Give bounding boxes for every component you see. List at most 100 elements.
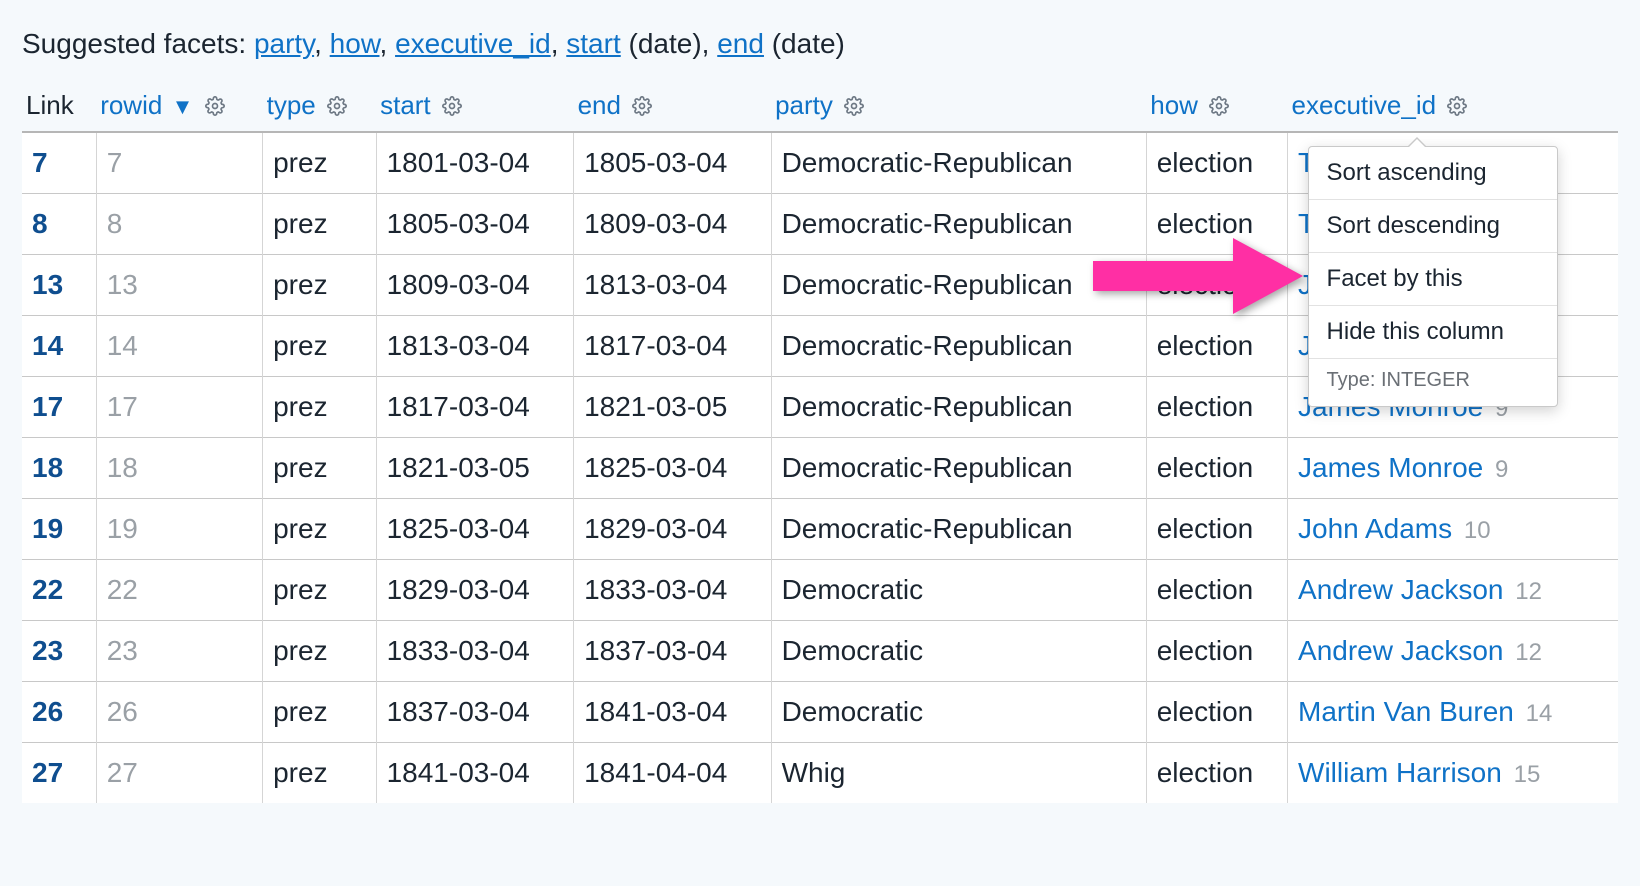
col-header-party[interactable]: party <box>771 84 1146 132</box>
party-cell: Democratic-Republican <box>771 499 1146 560</box>
gear-icon[interactable] <box>1447 96 1467 116</box>
rowid-cell: 8 <box>96 194 262 255</box>
end-cell: 1813-03-04 <box>574 255 771 316</box>
executive-cell[interactable]: Andrew Jackson 12 <box>1288 621 1618 682</box>
end-cell: 1829-03-04 <box>574 499 771 560</box>
how-cell: election <box>1146 560 1287 621</box>
type-cell: prez <box>263 560 377 621</box>
party-cell: Democratic-Republican <box>771 438 1146 499</box>
type-cell: prez <box>263 499 377 560</box>
how-cell: election <box>1146 316 1287 377</box>
link-cell[interactable]: 14 <box>22 316 96 377</box>
start-cell: 1809-03-04 <box>376 255 573 316</box>
menu-facet-by-this[interactable]: Facet by this <box>1309 253 1557 306</box>
party-cell: Democratic <box>771 621 1146 682</box>
how-cell: election <box>1146 682 1287 743</box>
type-cell: prez <box>263 377 377 438</box>
end-cell: 1817-03-04 <box>574 316 771 377</box>
rowid-cell: 7 <box>96 132 262 194</box>
table-row: 1818prez1821-03-051825-03-04Democratic-R… <box>22 438 1618 499</box>
menu-sort-ascending[interactable]: Sort ascending <box>1309 147 1557 200</box>
link-cell[interactable]: 18 <box>22 438 96 499</box>
col-header-start[interactable]: start <box>376 84 573 132</box>
gear-icon[interactable] <box>1209 96 1229 116</box>
how-cell: election <box>1146 377 1287 438</box>
start-cell: 1801-03-04 <box>376 132 573 194</box>
gear-icon[interactable] <box>442 96 462 116</box>
end-cell: 1841-04-04 <box>574 743 771 804</box>
col-header-rowid[interactable]: rowid ▼ <box>96 84 262 132</box>
gear-icon[interactable] <box>632 96 652 116</box>
table-row: 2222prez1829-03-041833-03-04Democraticel… <box>22 560 1618 621</box>
link-cell[interactable]: 8 <box>22 194 96 255</box>
type-cell: prez <box>263 743 377 804</box>
col-header-how[interactable]: how <box>1146 84 1287 132</box>
end-cell: 1833-03-04 <box>574 560 771 621</box>
menu-type-label: Type: INTEGER <box>1309 359 1557 406</box>
party-cell: Democratic-Republican <box>771 132 1146 194</box>
menu-hide-column[interactable]: Hide this column <box>1309 306 1557 359</box>
link-cell[interactable]: 19 <box>22 499 96 560</box>
gear-icon[interactable] <box>844 96 864 116</box>
facet-link-executive-id[interactable]: executive_id <box>395 28 551 59</box>
facet-link-end[interactable]: end <box>717 28 764 59</box>
menu-sort-descending[interactable]: Sort descending <box>1309 200 1557 253</box>
executive-cell[interactable]: William Harrison 15 <box>1288 743 1618 804</box>
how-cell: election <box>1146 132 1287 194</box>
facets-prefix: Suggested facets: <box>22 28 254 59</box>
party-cell: Democratic-Republican <box>771 194 1146 255</box>
link-cell[interactable]: 17 <box>22 377 96 438</box>
start-cell: 1825-03-04 <box>376 499 573 560</box>
table-row: 2727prez1841-03-041841-04-04Whigelection… <box>22 743 1618 804</box>
type-cell: prez <box>263 316 377 377</box>
col-header-end[interactable]: end <box>574 84 771 132</box>
start-cell: 1813-03-04 <box>376 316 573 377</box>
how-cell: election <box>1146 499 1287 560</box>
gear-icon[interactable] <box>327 96 347 116</box>
gear-icon[interactable] <box>205 96 225 116</box>
start-cell: 1841-03-04 <box>376 743 573 804</box>
party-cell: Democratic <box>771 682 1146 743</box>
facet-link-start[interactable]: start <box>566 28 620 59</box>
end-cell: 1837-03-04 <box>574 621 771 682</box>
link-cell[interactable]: 23 <box>22 621 96 682</box>
executive-cell[interactable]: John Adams 10 <box>1288 499 1618 560</box>
end-cell: 1821-03-05 <box>574 377 771 438</box>
column-actions-menu: Sort ascending Sort descending Facet by … <box>1308 146 1558 407</box>
type-cell: prez <box>263 621 377 682</box>
party-cell: Democratic-Republican <box>771 316 1146 377</box>
table-row: 2323prez1833-03-041837-03-04Democraticel… <box>22 621 1618 682</box>
end-cell: 1825-03-04 <box>574 438 771 499</box>
link-cell[interactable]: 13 <box>22 255 96 316</box>
end-cell: 1841-03-04 <box>574 682 771 743</box>
start-cell: 1821-03-05 <box>376 438 573 499</box>
executive-cell[interactable]: Andrew Jackson 12 <box>1288 560 1618 621</box>
how-cell: election <box>1146 438 1287 499</box>
link-cell[interactable]: 22 <box>22 560 96 621</box>
type-cell: prez <box>263 132 377 194</box>
table-row: 1919prez1825-03-041829-03-04Democratic-R… <box>22 499 1618 560</box>
table-row: 2626prez1837-03-041841-03-04Democraticel… <box>22 682 1618 743</box>
executive-cell[interactable]: James Monroe 9 <box>1288 438 1618 499</box>
col-header-type[interactable]: type <box>263 84 377 132</box>
link-cell[interactable]: 27 <box>22 743 96 804</box>
party-cell: Democratic-Republican <box>771 255 1146 316</box>
executive-cell[interactable]: Martin Van Buren 14 <box>1288 682 1618 743</box>
how-cell: election <box>1146 743 1287 804</box>
col-header-executive-id[interactable]: executive_id <box>1288 84 1618 132</box>
start-cell: 1829-03-04 <box>376 560 573 621</box>
facet-link-how[interactable]: how <box>330 28 380 59</box>
rowid-cell: 23 <box>96 621 262 682</box>
party-cell: Whig <box>771 743 1146 804</box>
party-cell: Democratic-Republican <box>771 377 1146 438</box>
type-cell: prez <box>263 438 377 499</box>
rowid-cell: 17 <box>96 377 262 438</box>
rowid-cell: 22 <box>96 560 262 621</box>
link-cell[interactable]: 26 <box>22 682 96 743</box>
sort-desc-icon: ▼ <box>170 94 194 119</box>
facet-link-party[interactable]: party <box>254 28 314 59</box>
link-cell[interactable]: 7 <box>22 132 96 194</box>
type-cell: prez <box>263 194 377 255</box>
rowid-cell: 19 <box>96 499 262 560</box>
type-cell: prez <box>263 255 377 316</box>
